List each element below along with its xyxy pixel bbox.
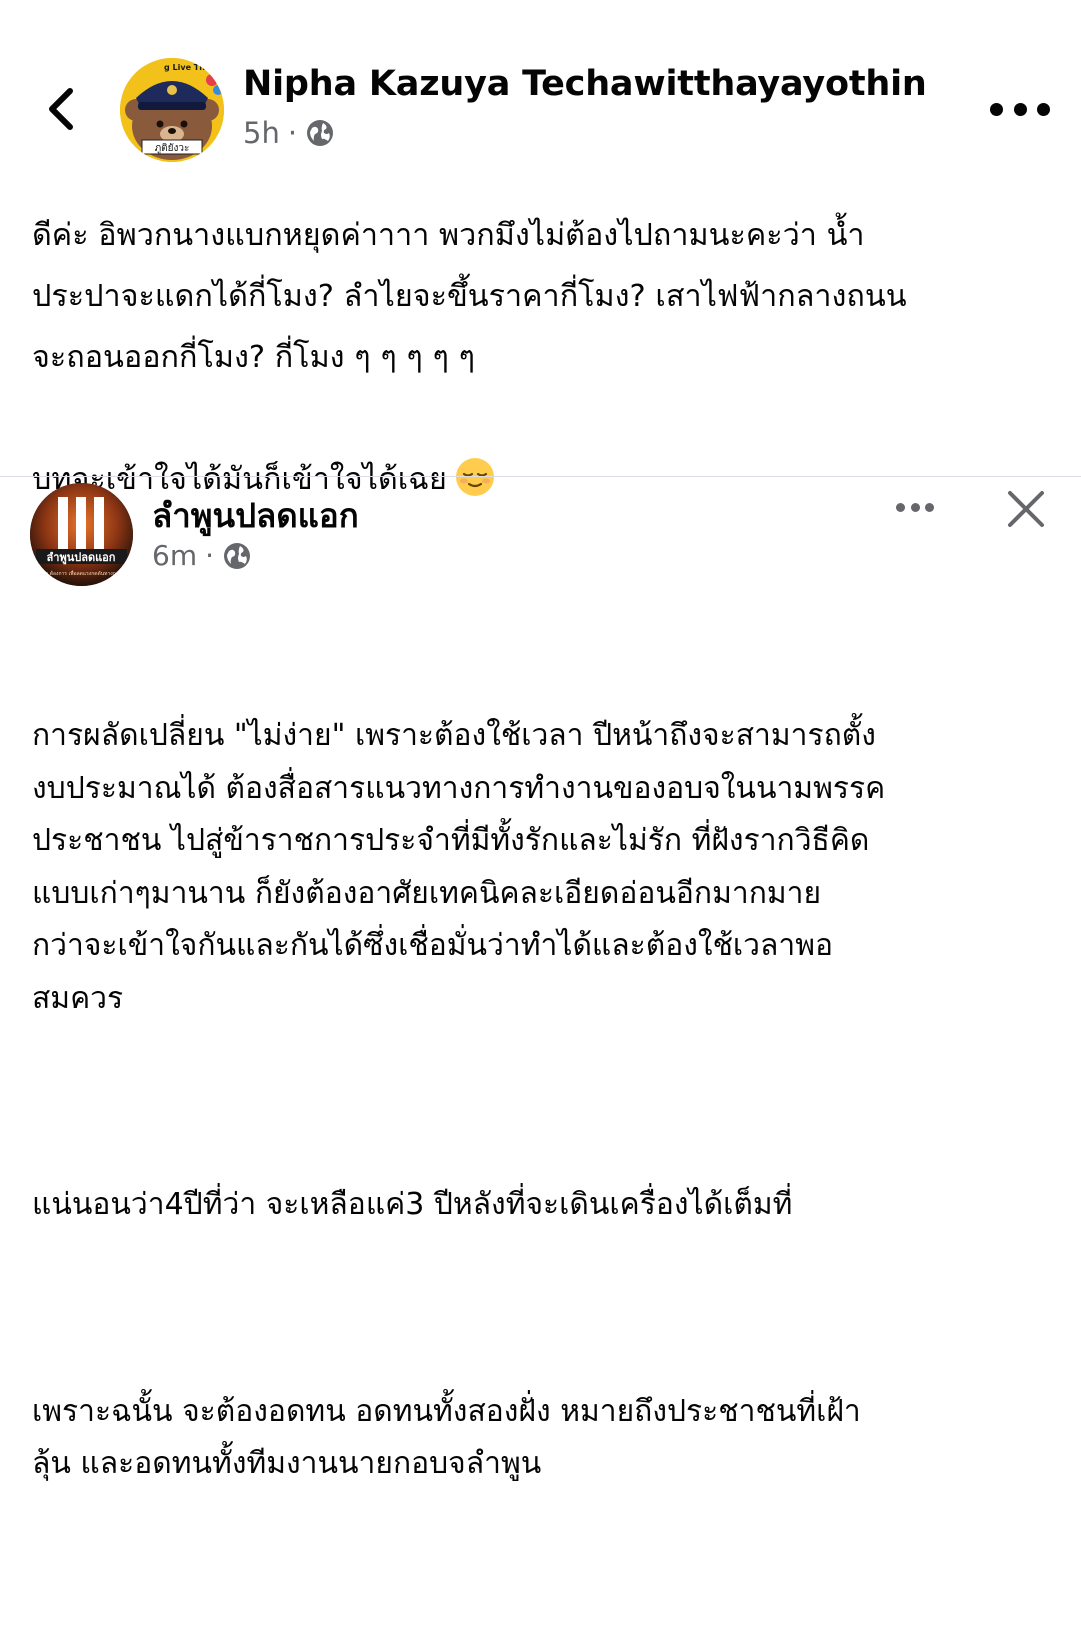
shared-post-meta: 6m · — [152, 539, 252, 572]
back-button[interactable] — [36, 82, 86, 136]
globe-icon — [307, 120, 334, 146]
avatar-banner-text: ภูติยังวะ — [155, 143, 190, 154]
chevron-left-icon — [49, 88, 73, 130]
post-body: ดีค่ะ อิพวกนางแบกหยุดค่าาาา พวกมึงไม่ต้อ… — [32, 205, 1062, 510]
post-meta: 5h · — [243, 116, 335, 150]
avatar-image: g Live The K ภูติยังวะ — [120, 58, 224, 162]
more-options-button[interactable] — [990, 92, 1050, 126]
shared-author-avatar[interactable]: ลำพูนปลดแอก ส.ว.ต้องการ เพื่อลดแรงกดดันท… — [30, 483, 133, 586]
post-timestamp[interactable]: 5h — [243, 116, 280, 150]
author-name[interactable]: Nipha Kazuya Techawitthayayothin — [243, 64, 927, 104]
more-dot — [1013, 102, 1027, 116]
shared-avatar-image: ลำพูนปลดแอก ส.ว.ต้องการ เพื่อลดแรงกดดันท… — [30, 483, 133, 586]
shared-avatar-text: ลำพูนปลดแอก — [47, 551, 116, 565]
shared-post-body: การผลัดเปลี่ยน "ไม่ง่าย" เพราะต้องใช้เวล… — [32, 605, 1067, 1645]
close-icon — [1008, 491, 1044, 527]
post-line: ประปาจะแดกได้กี่โมง? ลำไยจะขึ้นราคากี่โม… — [32, 279, 907, 314]
more-dot — [990, 102, 1003, 116]
shared-author-name[interactable]: ลำพูนปลดแอก — [152, 489, 359, 542]
author-avatar[interactable]: g Live The K ภูติยังวะ — [120, 58, 224, 162]
post-header: g Live The K ภูติยังวะ Nipha Kazuya Tech… — [0, 0, 1081, 180]
shared-paragraph: แน่นอนว่า4ปีที่ว่า จะเหลือแค่3 ปีหลังที่… — [32, 1187, 793, 1222]
more-dot — [1037, 102, 1050, 116]
meta-separator: · — [205, 539, 214, 572]
shared-timestamp[interactable]: 6m — [152, 539, 197, 572]
close-button[interactable] — [1004, 487, 1048, 531]
post-line: ดีค่ะ อิพวกนางแบกหยุดค่าาาา พวกมึงไม่ต้อ… — [32, 218, 865, 253]
shared-paragraph: การผลัดเปลี่ยน "ไม่ง่าย" เพราะต้องใช้เวล… — [32, 718, 886, 1016]
post-line: จะถอนออกกี่โมง? กี่โมง ๆ ๆ ๆ ๆ ๆ — [32, 340, 475, 375]
shared-post-card: ลำพูนปลดแอก ส.ว.ต้องการ เพื่อลดแรงกดดันท… — [0, 477, 1081, 1481]
more-dot — [925, 502, 934, 512]
avatar-top-text: g Live The K — [164, 63, 220, 72]
shared-more-options-button[interactable] — [896, 500, 934, 514]
shared-avatar-subtext: ส.ว.ต้องการ เพื่อลดแรงกดดันทางการ — [41, 570, 122, 577]
globe-icon — [224, 542, 250, 569]
shared-paragraph: เพราะฉนั้น จะต้องอดทน อดทนทั้งสองฝั่ง หม… — [32, 1393, 861, 1482]
more-dot — [896, 502, 905, 512]
meta-separator: · — [287, 116, 298, 150]
more-dot — [910, 502, 920, 512]
